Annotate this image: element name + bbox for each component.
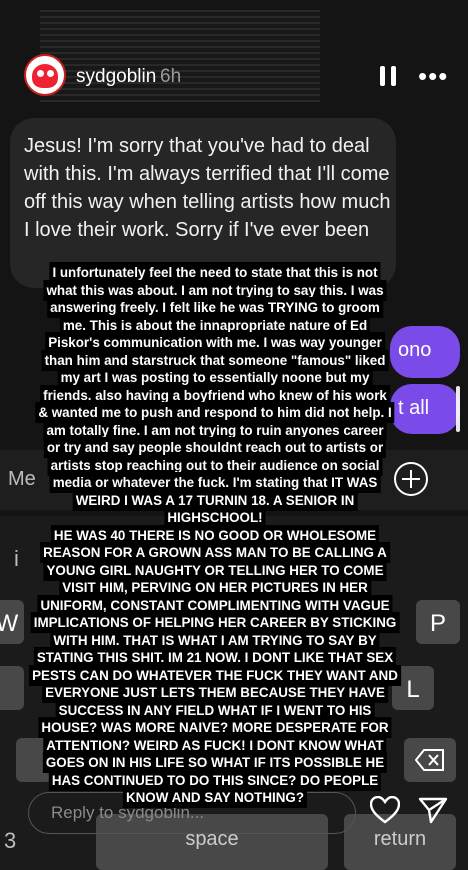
- avatar[interactable]: [24, 54, 66, 96]
- key-w[interactable]: W: [0, 600, 24, 644]
- overlay-text-line: KNOW AND SAY NOTHING?: [122, 787, 308, 808]
- send-icon[interactable]: [418, 796, 448, 824]
- backspace-icon: [415, 749, 444, 771]
- key-p[interactable]: P: [416, 600, 460, 644]
- story-header: sydgoblin 6h •••: [0, 0, 468, 110]
- post-time: 6h: [160, 66, 182, 87]
- key-a[interactable]: [0, 666, 24, 710]
- key-i[interactable]: i: [14, 546, 19, 572]
- key-numbers[interactable]: 3: [4, 828, 16, 854]
- story-text-overlay: I unfortunately feel the need to state t…: [26, 262, 404, 808]
- message-text: Jesus! I'm sorry that you've had to deal…: [24, 135, 391, 241]
- username[interactable]: sydgoblin: [76, 66, 156, 88]
- more-options-icon[interactable]: •••: [418, 61, 448, 92]
- scrollbar[interactable]: [456, 386, 460, 432]
- pause-icon[interactable]: [380, 66, 396, 86]
- backspace-key[interactable]: [404, 738, 456, 782]
